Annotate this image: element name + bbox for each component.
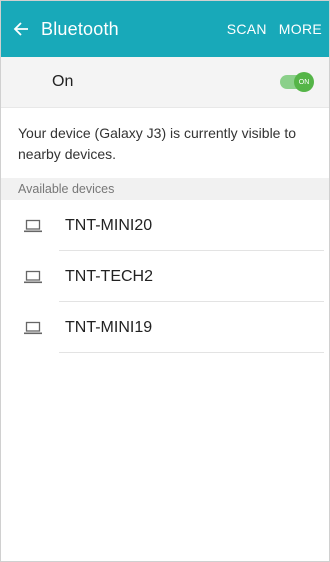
bluetooth-switch[interactable]: ON	[280, 72, 314, 92]
bluetooth-settings-screen: Bluetooth SCAN MORE On ON Your device (G…	[0, 0, 330, 562]
divider	[59, 352, 324, 353]
laptop-icon	[24, 219, 42, 233]
device-item-tnt-mini20[interactable]: TNT-MINI20	[1, 200, 329, 251]
device-name: TNT-MINI20	[65, 216, 153, 234]
bluetooth-toggle-row[interactable]: On ON	[1, 57, 329, 108]
visibility-message: Your device (Galaxy J3) is currently vis…	[18, 125, 297, 162]
page-title: Bluetooth	[41, 18, 119, 39]
bluetooth-state-label: On	[52, 73, 74, 90]
device-item-tnt-mini19[interactable]: TNT-MINI19	[1, 302, 329, 353]
app-bar: Bluetooth SCAN MORE	[1, 1, 329, 57]
back-arrow-icon	[13, 22, 28, 36]
more-button[interactable]: MORE	[279, 21, 322, 37]
device-name: TNT-MINI19	[65, 318, 153, 336]
available-devices-header: Available devices	[1, 178, 329, 200]
switch-thumb: ON	[294, 72, 314, 92]
laptop-icon	[24, 270, 42, 284]
device-item-tnt-tech2[interactable]: TNT-TECH2	[1, 251, 329, 302]
device-name: TNT-TECH2	[65, 267, 153, 285]
scan-button[interactable]: SCAN	[227, 21, 267, 37]
back-button[interactable]	[3, 1, 39, 57]
laptop-icon	[24, 321, 42, 335]
